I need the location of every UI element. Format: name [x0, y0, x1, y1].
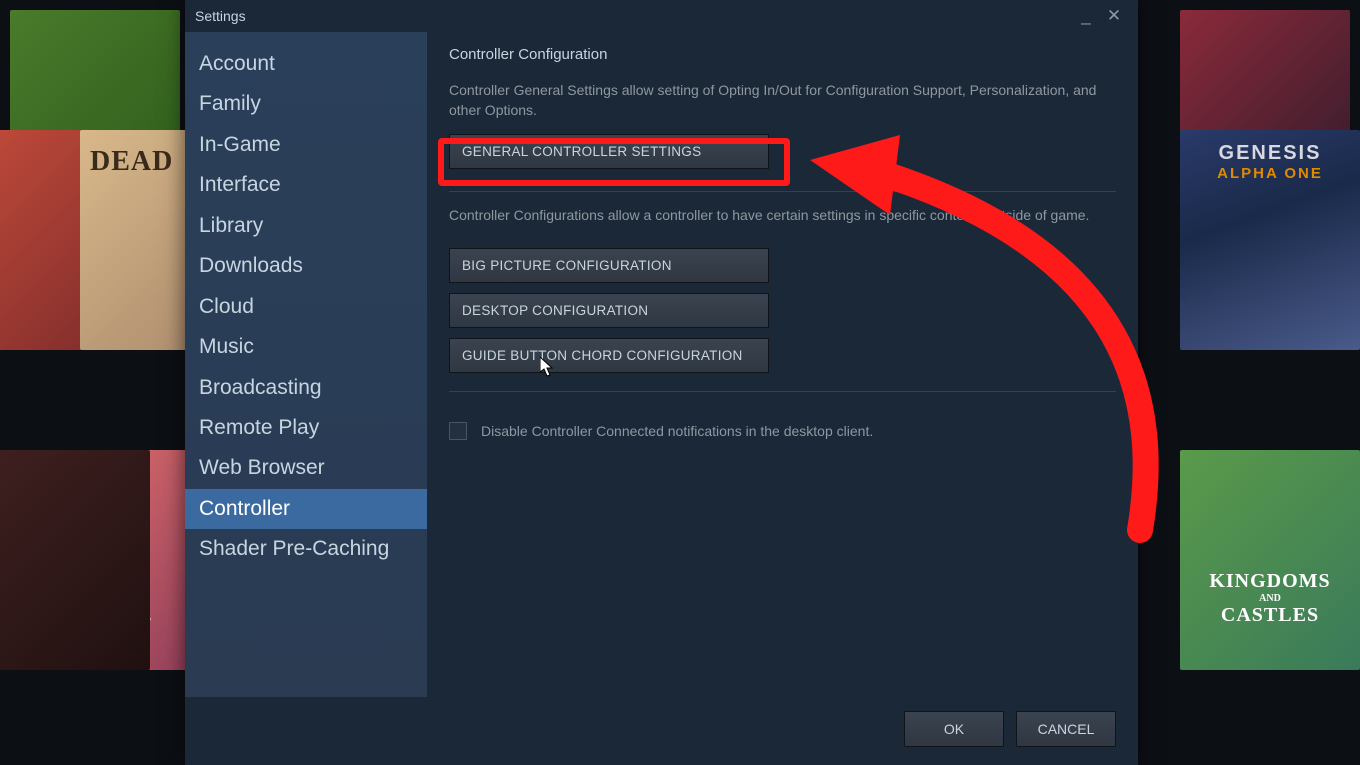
game-title-text: CASTLES	[1180, 604, 1360, 627]
divider	[449, 191, 1116, 192]
sidebar-item-downloads[interactable]: Downloads	[185, 246, 427, 286]
sidebar-item-remote-play[interactable]: Remote Play	[185, 408, 427, 448]
game-title-text: GENESIS	[1180, 142, 1360, 165]
guide-button-chord-configuration-button[interactable]: GUIDE BUTTON CHORD CONFIGURATION	[449, 338, 769, 373]
minimize-button[interactable]: _	[1072, 6, 1100, 26]
big-picture-configuration-button[interactable]: BIG PICTURE CONFIGURATION	[449, 248, 769, 283]
panel-description: Controller Configurations allow a contro…	[449, 206, 1116, 226]
titlebar: Settings _ ✕	[185, 0, 1138, 32]
sidebar-item-account[interactable]: Account	[185, 44, 427, 84]
settings-dialog: Settings _ ✕ Account Family In-Game Inte…	[185, 0, 1138, 765]
close-button[interactable]: ✕	[1100, 6, 1128, 26]
checkbox-label: Disable Controller Connected notificatio…	[481, 423, 873, 439]
settings-panel: Controller Configuration Controller Gene…	[427, 32, 1138, 697]
sidebar-item-broadcasting[interactable]: Broadcasting	[185, 368, 427, 408]
panel-description: Controller General Settings allow settin…	[449, 81, 1116, 120]
general-controller-settings-button[interactable]: GENERAL CONTROLLER SETTINGS	[449, 134, 769, 169]
game-tile-kingdoms[interactable]: KINGDOMS AND CASTLES	[1180, 450, 1360, 670]
game-title-text: KINGDOMS	[1180, 570, 1360, 593]
game-tile[interactable]	[0, 450, 150, 670]
game-tile-genesis[interactable]: GENESIS ALPHA ONE	[1180, 130, 1360, 350]
sidebar-item-family[interactable]: Family	[185, 84, 427, 124]
sidebar-item-library[interactable]: Library	[185, 206, 427, 246]
sidebar-item-shader-pre-caching[interactable]: Shader Pre-Caching	[185, 529, 427, 569]
disable-notifications-checkbox[interactable]	[449, 422, 467, 440]
sidebar-item-controller[interactable]: Controller	[185, 489, 427, 529]
sidebar-item-in-game[interactable]: In-Game	[185, 125, 427, 165]
divider	[449, 391, 1116, 392]
desktop-configuration-button[interactable]: DESKTOP CONFIGURATION	[449, 293, 769, 328]
cancel-button[interactable]: CANCEL	[1016, 711, 1116, 747]
sidebar-item-cloud[interactable]: Cloud	[185, 287, 427, 327]
sidebar-item-web-browser[interactable]: Web Browser	[185, 448, 427, 488]
panel-heading: Controller Configuration	[449, 46, 1116, 63]
window-title: Settings	[195, 8, 246, 24]
settings-sidebar: Account Family In-Game Interface Library…	[185, 32, 427, 697]
sidebar-item-interface[interactable]: Interface	[185, 165, 427, 205]
game-title-text: ALPHA ONE	[1180, 165, 1360, 182]
dialog-footer: OK CANCEL	[185, 697, 1138, 765]
game-title-text: AND	[1180, 593, 1360, 604]
sidebar-item-music[interactable]: Music	[185, 327, 427, 367]
ok-button[interactable]: OK	[904, 711, 1004, 747]
